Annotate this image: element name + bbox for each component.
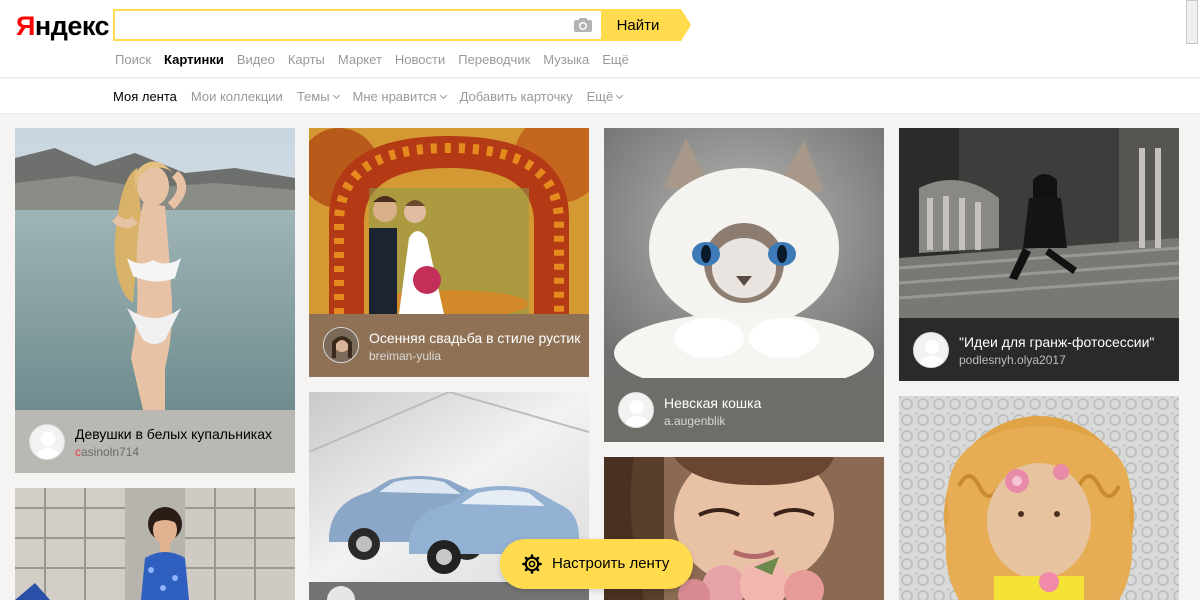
subnav-item-label: Темы: [296, 89, 330, 104]
feed-card[interactable]: "Идеи для гранж-фотосессии" podlesnyh.ol…: [899, 128, 1179, 381]
subnav-item-label: Мне нравится: [352, 89, 437, 104]
card-image: [15, 488, 295, 600]
card-image: [604, 128, 884, 378]
customize-feed-button[interactable]: Настроить ленту: [500, 539, 693, 589]
subnav-item-label: Добавить карточку: [459, 89, 573, 104]
services-nav: Поиск Картинки Видео Карты Маркет Новости Пере…: [115, 52, 642, 67]
search-box: [113, 9, 603, 41]
app: Яндекс Найти Поиск Картинки Видео Карты Марк…: [0, 0, 1200, 600]
service-link[interactable]: Музыка: [543, 52, 589, 67]
card-meta: Невская кошка a.augenblik: [604, 378, 884, 442]
service-link[interactable]: Ещё: [602, 52, 629, 67]
card-author[interactable]: a.augenblik: [664, 414, 725, 428]
service-link[interactable]: Карты: [288, 52, 325, 67]
avatar-placeholder-icon: [920, 340, 944, 367]
service-link[interactable]: Поиск: [115, 52, 151, 67]
find-button-label: Найти: [616, 16, 660, 34]
author-avatar: [323, 327, 359, 363]
card-title: Девушки в белых купальниках: [75, 426, 272, 442]
subnav-item-label: Ещё: [586, 89, 614, 104]
service-link[interactable]: Маркет: [338, 52, 382, 67]
author-rest: asinoln714: [81, 445, 140, 459]
gear-icon: [522, 554, 542, 574]
camera-icon[interactable]: [573, 17, 593, 33]
author-avatar: [913, 332, 949, 368]
card-title: Невская кошка: [664, 395, 762, 411]
card-meta: "Идеи для гранж-фотосессии" podlesnyh.ol…: [899, 318, 1179, 381]
chevron-down-icon: [439, 91, 447, 100]
author-avatar: [618, 392, 654, 428]
chevron-down-icon: [332, 91, 340, 100]
subnav-item[interactable]: Моя лента: [113, 89, 177, 104]
subnav-items: Моя лента Мои коллекции Темы Мне нравится До…: [113, 89, 636, 104]
subnav-item[interactable]: Добавить карточку: [460, 89, 573, 104]
service-link[interactable]: Картинки: [164, 52, 224, 67]
card-image: [899, 128, 1179, 318]
card-image: [15, 128, 295, 410]
card-title: "Идеи для гранж-фотосессии": [959, 334, 1155, 350]
feed-card[interactable]: [15, 488, 295, 600]
subnav-item[interactable]: Ещё: [586, 89, 624, 104]
feed-card[interactable]: Невская кошка a.augenblik: [604, 128, 884, 442]
chevron-down-icon: [616, 91, 624, 100]
logo-letter: Я: [16, 11, 35, 41]
feed-card[interactable]: [899, 396, 1179, 600]
card-author[interactable]: podlesnyh.olya2017: [959, 353, 1066, 367]
customize-feed-label: Настроить ленту: [552, 555, 670, 572]
subnav-item-label: Моя лента: [113, 89, 177, 104]
avatar-photo: [324, 328, 358, 362]
subnav-item-label: Мои коллекции: [190, 89, 283, 104]
card-meta: Осенняя свадьба в стиле рустик breiman-y…: [309, 314, 589, 377]
header: Яндекс Найти Поиск Картинки Видео Карты Марк…: [0, 0, 1200, 78]
service-link[interactable]: Переводчик: [458, 52, 530, 67]
avatar-placeholder-icon: [625, 400, 649, 427]
card-author[interactable]: breiman-yulia: [369, 349, 441, 363]
service-link[interactable]: Видео: [237, 52, 275, 67]
find-button[interactable]: Найти: [603, 9, 691, 41]
logo-rest: ндекс: [34, 11, 110, 41]
card-image: [309, 128, 589, 314]
card-author[interactable]: casinoln714: [75, 445, 139, 459]
subnav-item[interactable]: Темы: [296, 89, 340, 104]
feed-card[interactable]: Осенняя свадьба в стиле рустик breiman-y…: [309, 128, 589, 377]
search-input[interactable]: [123, 15, 563, 37]
card-title: Осенняя свадьба в стиле рустик: [369, 330, 581, 346]
card-image: [899, 396, 1179, 600]
yandex-logo[interactable]: Яндекс: [16, 11, 110, 42]
subnav-item[interactable]: Мне нравится: [352, 89, 447, 104]
scrollbar-thumb[interactable]: [1186, 0, 1198, 44]
service-link[interactable]: Новости: [395, 52, 445, 67]
avatar-placeholder-icon: [36, 432, 60, 459]
card-meta: Девушки в белых купальниках casinoln714: [15, 410, 295, 473]
author-avatar: [29, 424, 65, 460]
feed-subnav: Моя лента Мои коллекции Темы Мне нравится До…: [0, 79, 1200, 114]
subnav-item[interactable]: Мои коллекции: [191, 89, 283, 104]
feed-card[interactable]: Девушки в белых купальниках casinoln714: [15, 128, 295, 473]
